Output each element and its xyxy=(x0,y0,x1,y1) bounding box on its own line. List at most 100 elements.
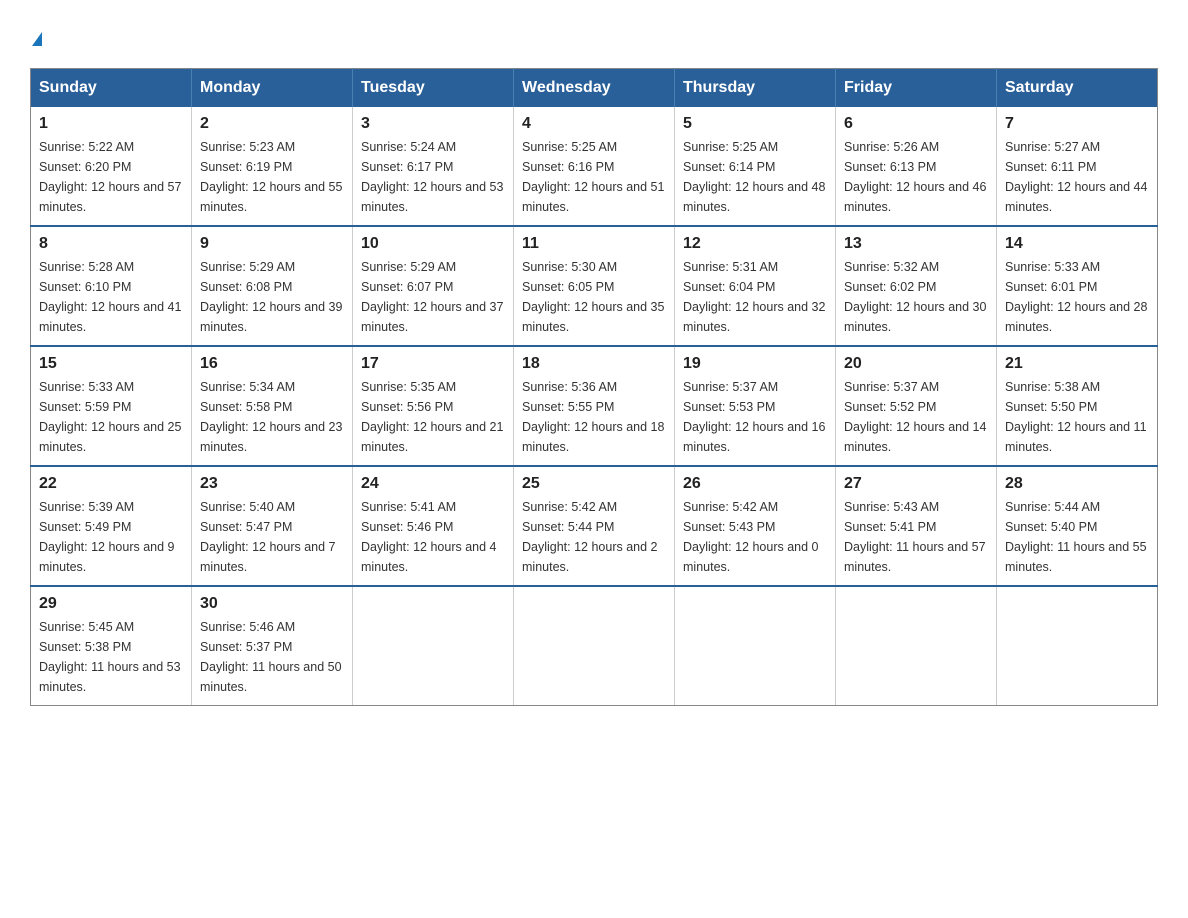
calendar-cell xyxy=(514,586,675,706)
week-row-1: 1 Sunrise: 5:22 AMSunset: 6:20 PMDaylight… xyxy=(31,107,1158,226)
day-number: 8 xyxy=(39,235,183,253)
day-info: Sunrise: 5:29 AMSunset: 6:07 PMDaylight:… xyxy=(361,257,505,337)
week-row-5: 29 Sunrise: 5:45 AMSunset: 5:38 PMDayligh… xyxy=(31,586,1158,706)
day-info: Sunrise: 5:31 AMSunset: 6:04 PMDaylight:… xyxy=(683,257,827,337)
calendar-cell: 10 Sunrise: 5:29 AMSunset: 6:07 PMDayligh… xyxy=(353,226,514,346)
calendar-cell: 2 Sunrise: 5:23 AMSunset: 6:19 PMDaylight… xyxy=(192,107,353,226)
calendar-cell: 22 Sunrise: 5:39 AMSunset: 5:49 PMDayligh… xyxy=(31,466,192,586)
day-info: Sunrise: 5:36 AMSunset: 5:55 PMDaylight:… xyxy=(522,377,666,457)
calendar-cell: 18 Sunrise: 5:36 AMSunset: 5:55 PMDayligh… xyxy=(514,346,675,466)
calendar-cell: 16 Sunrise: 5:34 AMSunset: 5:58 PMDayligh… xyxy=(192,346,353,466)
calendar-cell: 8 Sunrise: 5:28 AMSunset: 6:10 PMDaylight… xyxy=(31,226,192,346)
calendar-body: 1 Sunrise: 5:22 AMSunset: 6:20 PMDaylight… xyxy=(31,107,1158,706)
day-number: 5 xyxy=(683,115,827,133)
day-info: Sunrise: 5:26 AMSunset: 6:13 PMDaylight:… xyxy=(844,137,988,217)
day-info: Sunrise: 5:41 AMSunset: 5:46 PMDaylight:… xyxy=(361,497,505,577)
day-info: Sunrise: 5:37 AMSunset: 5:53 PMDaylight:… xyxy=(683,377,827,457)
day-number: 22 xyxy=(39,475,183,493)
day-number: 7 xyxy=(1005,115,1149,133)
day-number: 4 xyxy=(522,115,666,133)
day-number: 3 xyxy=(361,115,505,133)
calendar-cell: 11Sunrise: 5:30 AMSunset: 6:05 PMDayligh… xyxy=(514,226,675,346)
header-friday: Friday xyxy=(836,69,997,108)
week-row-3: 15Sunrise: 5:33 AMSunset: 5:59 PMDayligh… xyxy=(31,346,1158,466)
day-info: Sunrise: 5:42 AMSunset: 5:44 PMDaylight:… xyxy=(522,497,666,577)
day-info: Sunrise: 5:25 AMSunset: 6:14 PMDaylight:… xyxy=(683,137,827,217)
calendar-cell xyxy=(675,586,836,706)
day-number: 30 xyxy=(200,595,344,613)
calendar-cell: 7 Sunrise: 5:27 AMSunset: 6:11 PMDaylight… xyxy=(997,107,1158,226)
calendar-cell: 13 Sunrise: 5:32 AMSunset: 6:02 PMDayligh… xyxy=(836,226,997,346)
day-number: 29 xyxy=(39,595,183,613)
day-info: Sunrise: 5:42 AMSunset: 5:43 PMDaylight:… xyxy=(683,497,827,577)
day-info: Sunrise: 5:33 AMSunset: 6:01 PMDaylight:… xyxy=(1005,257,1149,337)
day-info: Sunrise: 5:39 AMSunset: 5:49 PMDaylight:… xyxy=(39,497,183,577)
day-info: Sunrise: 5:44 AMSunset: 5:40 PMDaylight:… xyxy=(1005,497,1149,577)
calendar-cell: 4Sunrise: 5:25 AMSunset: 6:16 PMDaylight… xyxy=(514,107,675,226)
day-number: 6 xyxy=(844,115,988,133)
calendar-cell: 19 Sunrise: 5:37 AMSunset: 5:53 PMDayligh… xyxy=(675,346,836,466)
day-number: 23 xyxy=(200,475,344,493)
header-wednesday: Wednesday xyxy=(514,69,675,108)
day-number: 1 xyxy=(39,115,183,133)
day-number: 2 xyxy=(200,115,344,133)
day-number: 10 xyxy=(361,235,505,253)
day-number: 26 xyxy=(683,475,827,493)
calendar-cell: 1 Sunrise: 5:22 AMSunset: 6:20 PMDaylight… xyxy=(31,107,192,226)
day-info: Sunrise: 5:28 AMSunset: 6:10 PMDaylight:… xyxy=(39,257,183,337)
calendar-cell: 25 Sunrise: 5:42 AMSunset: 5:44 PMDayligh… xyxy=(514,466,675,586)
calendar-cell: 20Sunrise: 5:37 AMSunset: 5:52 PMDayligh… xyxy=(836,346,997,466)
day-info: Sunrise: 5:32 AMSunset: 6:02 PMDaylight:… xyxy=(844,257,988,337)
day-info: Sunrise: 5:40 AMSunset: 5:47 PMDaylight:… xyxy=(200,497,344,577)
calendar-cell: 29 Sunrise: 5:45 AMSunset: 5:38 PMDayligh… xyxy=(31,586,192,706)
day-info: Sunrise: 5:23 AMSunset: 6:19 PMDaylight:… xyxy=(200,137,344,217)
day-info: Sunrise: 5:33 AMSunset: 5:59 PMDaylight:… xyxy=(39,377,183,457)
calendar-cell xyxy=(353,586,514,706)
calendar-cell: 9 Sunrise: 5:29 AMSunset: 6:08 PMDaylight… xyxy=(192,226,353,346)
calendar-cell: 6 Sunrise: 5:26 AMSunset: 6:13 PMDaylight… xyxy=(836,107,997,226)
day-number: 24 xyxy=(361,475,505,493)
header-monday: Monday xyxy=(192,69,353,108)
header-thursday: Thursday xyxy=(675,69,836,108)
header-saturday: Saturday xyxy=(997,69,1158,108)
calendar-cell: 21Sunrise: 5:38 AMSunset: 5:50 PMDayligh… xyxy=(997,346,1158,466)
day-number: 16 xyxy=(200,355,344,373)
day-info: Sunrise: 5:24 AMSunset: 6:17 PMDaylight:… xyxy=(361,137,505,217)
header-sunday: Sunday xyxy=(31,69,192,108)
day-number: 12 xyxy=(683,235,827,253)
calendar-cell: 24 Sunrise: 5:41 AMSunset: 5:46 PMDayligh… xyxy=(353,466,514,586)
calendar-cell: 23 Sunrise: 5:40 AMSunset: 5:47 PMDayligh… xyxy=(192,466,353,586)
day-number: 25 xyxy=(522,475,666,493)
calendar-cell: 17 Sunrise: 5:35 AMSunset: 5:56 PMDayligh… xyxy=(353,346,514,466)
day-info: Sunrise: 5:30 AMSunset: 6:05 PMDaylight:… xyxy=(522,257,666,337)
calendar-cell: 28 Sunrise: 5:44 AMSunset: 5:40 PMDayligh… xyxy=(997,466,1158,586)
calendar-cell: 30Sunrise: 5:46 AMSunset: 5:37 PMDayligh… xyxy=(192,586,353,706)
day-info: Sunrise: 5:35 AMSunset: 5:56 PMDaylight:… xyxy=(361,377,505,457)
logo-top-row xyxy=(30,20,42,48)
calendar-cell: 12 Sunrise: 5:31 AMSunset: 6:04 PMDayligh… xyxy=(675,226,836,346)
day-number: 19 xyxy=(683,355,827,373)
calendar-cell: 26 Sunrise: 5:42 AMSunset: 5:43 PMDayligh… xyxy=(675,466,836,586)
day-info: Sunrise: 5:22 AMSunset: 6:20 PMDaylight:… xyxy=(39,137,183,217)
day-info: Sunrise: 5:45 AMSunset: 5:38 PMDaylight:… xyxy=(39,617,183,697)
calendar-cell: 5 Sunrise: 5:25 AMSunset: 6:14 PMDaylight… xyxy=(675,107,836,226)
day-info: Sunrise: 5:34 AMSunset: 5:58 PMDaylight:… xyxy=(200,377,344,457)
day-info: Sunrise: 5:27 AMSunset: 6:11 PMDaylight:… xyxy=(1005,137,1149,217)
day-info: Sunrise: 5:29 AMSunset: 6:08 PMDaylight:… xyxy=(200,257,344,337)
day-number: 28 xyxy=(1005,475,1149,493)
day-number: 13 xyxy=(844,235,988,253)
day-number: 17 xyxy=(361,355,505,373)
calendar-cell xyxy=(836,586,997,706)
header-row: SundayMondayTuesdayWednesdayThursdayFrid… xyxy=(31,69,1158,108)
calendar-cell: 15Sunrise: 5:33 AMSunset: 5:59 PMDayligh… xyxy=(31,346,192,466)
calendar-cell: 3 Sunrise: 5:24 AMSunset: 6:17 PMDaylight… xyxy=(353,107,514,226)
week-row-4: 22 Sunrise: 5:39 AMSunset: 5:49 PMDayligh… xyxy=(31,466,1158,586)
day-number: 18 xyxy=(522,355,666,373)
header-tuesday: Tuesday xyxy=(353,69,514,108)
day-number: 14 xyxy=(1005,235,1149,253)
logo-triangle-icon xyxy=(32,32,42,46)
calendar-header: SundayMondayTuesdayWednesdayThursdayFrid… xyxy=(31,69,1158,108)
day-number: 9 xyxy=(200,235,344,253)
day-number: 27 xyxy=(844,475,988,493)
day-number: 20 xyxy=(844,355,988,373)
